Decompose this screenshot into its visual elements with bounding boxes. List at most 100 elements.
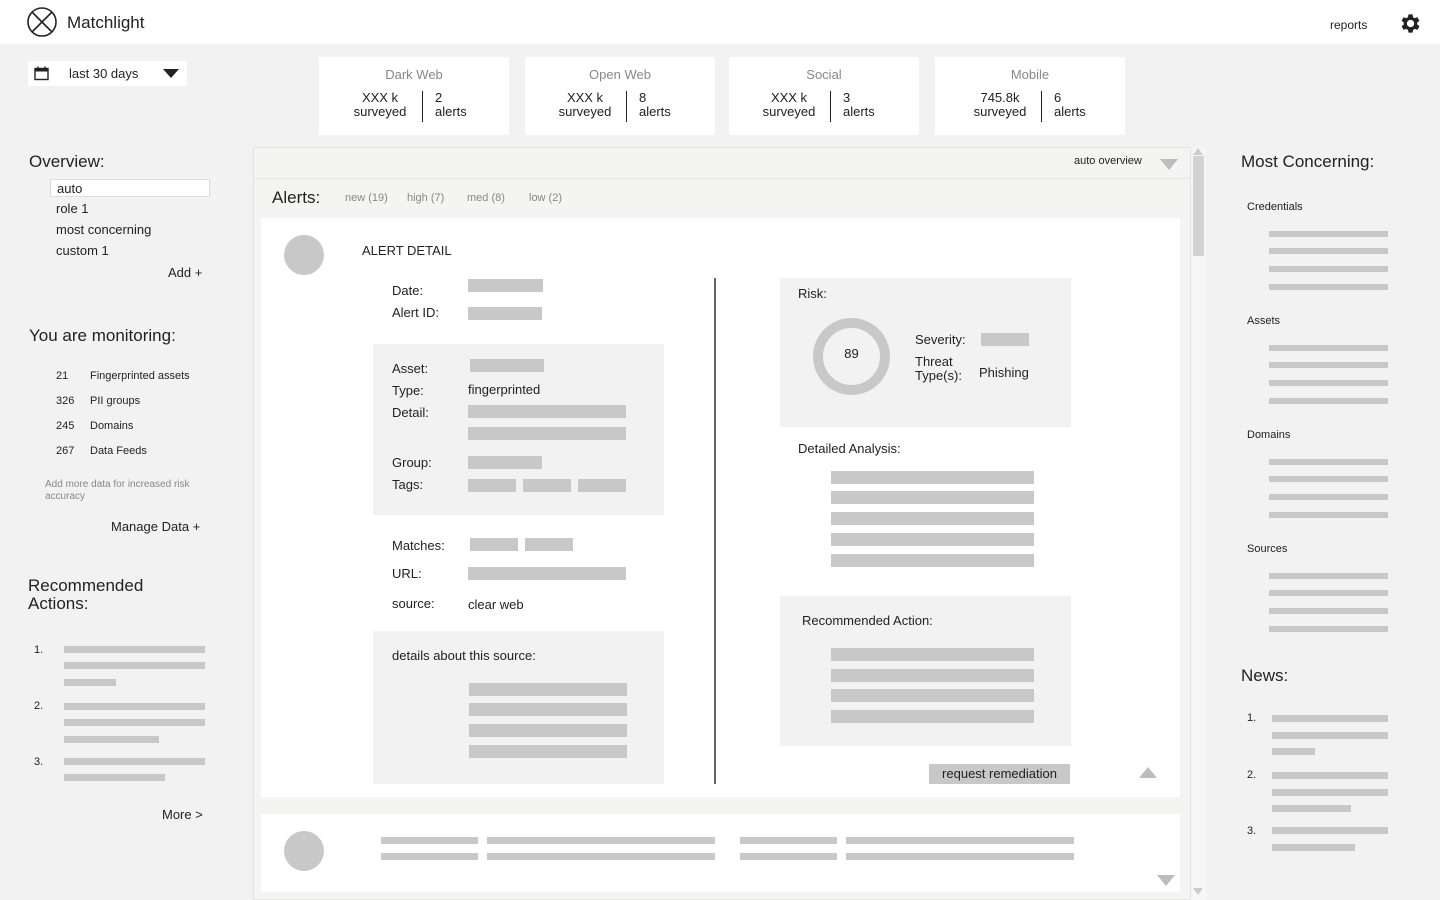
recommended-actions-title: Recommended Actions: <box>28 576 144 613</box>
text-placeholder <box>831 689 1034 702</box>
text-placeholder <box>831 554 1034 567</box>
alert-avatar <box>284 235 324 275</box>
stat-divider <box>830 91 831 122</box>
tab-med[interactable]: med (8) <box>467 192 505 204</box>
monitor-label: PII groups <box>90 395 141 407</box>
text-placeholder <box>831 471 1034 484</box>
manage-data-button[interactable]: Manage Data + <box>111 519 200 534</box>
add-overview-button[interactable]: Add + <box>168 265 202 280</box>
news-number: 1. <box>1247 712 1257 724</box>
text-placeholder <box>64 758 205 765</box>
vertical-divider <box>714 278 716 784</box>
stat-card-social[interactable]: Social XXX k surveyed 3 alerts <box>729 57 919 135</box>
more-recommended-link[interactable]: More > <box>162 807 203 822</box>
detail-placeholder <box>468 427 626 440</box>
text-placeholder <box>1269 398 1388 404</box>
text-placeholder <box>831 669 1034 682</box>
category-sources[interactable]: Sources <box>1247 543 1287 555</box>
text-placeholder <box>381 837 478 844</box>
overview-item-role-1[interactable]: role 1 <box>50 200 210 218</box>
date-label: Date: <box>392 283 424 298</box>
stat-divider <box>626 91 627 122</box>
tab-new[interactable]: new (19) <box>345 192 388 204</box>
overview-item-most-concerning[interactable]: most concerning <box>50 221 210 239</box>
divider <box>254 178 1190 179</box>
tag-placeholder <box>523 479 571 492</box>
category-credentials[interactable]: Credentials <box>1247 201 1303 213</box>
category-domains[interactable]: Domains <box>1247 429 1290 441</box>
overview-item-auto[interactable]: auto <box>50 179 210 197</box>
recommended-number: 2. <box>34 700 44 712</box>
scroll-thumb[interactable] <box>1193 156 1204 256</box>
text-placeholder <box>1269 362 1388 368</box>
category-assets[interactable]: Assets <box>1247 315 1280 327</box>
scroll-up-icon[interactable] <box>1193 148 1203 155</box>
text-placeholder <box>831 491 1034 504</box>
recommended-number: 3. <box>34 756 44 768</box>
text-placeholder <box>64 679 116 686</box>
asset-label: Asset: <box>392 361 429 376</box>
text-placeholder <box>381 853 478 860</box>
tag-placeholder <box>578 479 626 492</box>
risk-score: 89 <box>844 346 859 361</box>
alert-id-label: Alert ID: <box>392 305 439 320</box>
stat-card-dark-web[interactable]: Dark Web XXX k surveyed 2 alerts <box>319 57 509 135</box>
text-placeholder <box>64 736 159 743</box>
match-placeholder <box>470 538 518 551</box>
scroll-down-icon[interactable] <box>1193 888 1203 895</box>
reports-link[interactable]: reports <box>1330 18 1367 32</box>
group-placeholder <box>468 456 542 469</box>
detailed-analysis-label: Detailed Analysis: <box>798 441 901 456</box>
overview-title: Overview: <box>29 152 105 171</box>
collapse-icon[interactable] <box>1139 767 1157 778</box>
matchlight-logo-icon <box>27 7 57 37</box>
text-placeholder <box>1272 748 1315 755</box>
matches-label: Matches: <box>392 538 445 553</box>
text-placeholder <box>469 703 627 716</box>
tab-high[interactable]: high (7) <box>407 192 444 204</box>
monitor-count: 21 <box>56 370 69 382</box>
recommended-action-label: Recommended Action: <box>802 613 933 628</box>
source-label: source: <box>392 596 435 611</box>
stat-card-open-web[interactable]: Open Web XXX k surveyed 8 alerts <box>525 57 715 135</box>
tab-low[interactable]: low (2) <box>529 192 562 204</box>
stat-surveyed: XXX k surveyed <box>353 90 407 119</box>
text-placeholder <box>487 853 715 860</box>
stat-surveyed: XXX k surveyed <box>762 90 816 119</box>
tag-placeholder <box>468 479 516 492</box>
stat-alerts: 2 alerts <box>435 90 467 119</box>
threat-type-value: Phishing <box>979 365 1029 380</box>
text-placeholder <box>846 853 1074 860</box>
text-placeholder <box>740 837 837 844</box>
url-placeholder <box>468 567 626 580</box>
gear-icon[interactable] <box>1397 11 1422 36</box>
news-number: 2. <box>1247 769 1257 781</box>
scrollbar[interactable] <box>1190 147 1206 900</box>
top-bar: Matchlight reports <box>0 0 1440 44</box>
url-label: URL: <box>392 566 422 581</box>
stat-title: Mobile <box>1010 67 1050 82</box>
date-value-placeholder <box>468 279 543 292</box>
text-placeholder <box>1269 266 1388 272</box>
text-placeholder <box>1269 494 1388 500</box>
text-placeholder <box>831 710 1034 723</box>
text-placeholder <box>1272 789 1388 796</box>
chevron-down-icon[interactable] <box>1160 159 1178 170</box>
source-value: clear web <box>468 597 524 612</box>
stat-alerts: 3 alerts <box>843 90 875 119</box>
expand-icon[interactable] <box>1157 875 1175 886</box>
monitoring-note: Add more data for increased risk accurac… <box>45 479 190 502</box>
text-placeholder <box>469 683 627 696</box>
monitor-label: Data Feeds <box>90 445 147 457</box>
stat-card-mobile[interactable]: Mobile 745.8k surveyed 6 alerts <box>935 57 1125 135</box>
risk-label: Risk: <box>798 286 827 301</box>
view-select[interactable]: auto overview <box>1074 155 1142 167</box>
text-placeholder <box>846 837 1074 844</box>
recommended-number: 1. <box>34 644 44 656</box>
text-placeholder <box>1269 231 1388 237</box>
overview-item-custom-1[interactable]: custom 1 <box>50 242 210 260</box>
text-placeholder <box>1269 284 1388 290</box>
date-range-select[interactable]: last 30 days <box>28 61 187 86</box>
request-remediation-button[interactable]: request remediation <box>929 764 1070 784</box>
asset-value-placeholder <box>470 359 544 372</box>
